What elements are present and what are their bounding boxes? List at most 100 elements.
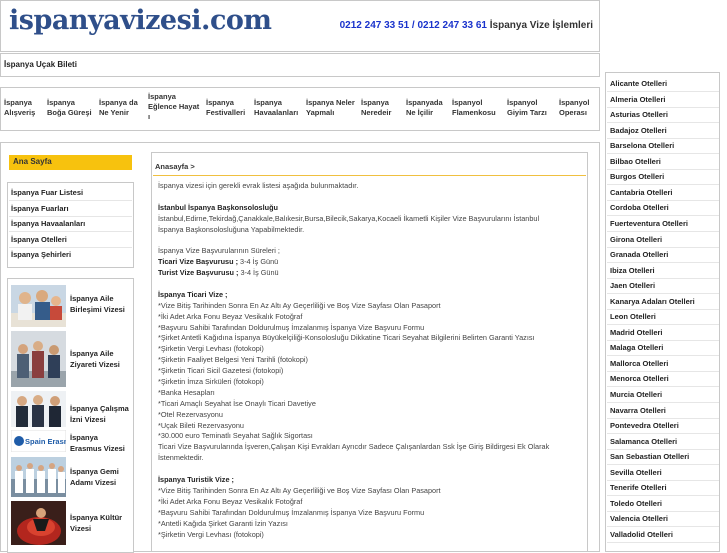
visa-thumbnail-image[interactable] xyxy=(11,391,66,429)
city-hotels-link[interactable]: Leon Otelleri xyxy=(610,312,656,321)
city-hotels-link[interactable]: Bilbao Otelleri xyxy=(610,157,661,166)
nav-item-label: Operası xyxy=(559,108,587,117)
nav-item-12[interactable]: İspanyol Operası xyxy=(559,98,611,118)
nav-item-6[interactable]: İspanya Havaalanları xyxy=(254,98,306,118)
city-hotels-link[interactable]: Salamanca Otelleri xyxy=(610,437,677,446)
visa-type-link[interactable]: İspanya Aile Birleşimi Vizesi xyxy=(70,293,132,315)
city-divider xyxy=(607,541,719,543)
requirement-item: *Başvuru Sahibi Tarafından Doldurulmuş İ… xyxy=(158,507,425,517)
city-hotels-link[interactable]: Barselona Otelleri xyxy=(610,141,674,150)
nav-item-7[interactable]: İspanya Neler Yapmalı xyxy=(306,98,358,118)
visa-type-link[interactable]: İspanya Çalışma İzni Vizesi xyxy=(70,403,132,425)
city-divider xyxy=(607,324,719,326)
city-hotels-link[interactable]: Ibiza Otelleri xyxy=(610,266,655,275)
nav-item-2[interactable]: İspanya Boğa Güreşi xyxy=(47,98,99,118)
flight-ticket-link[interactable]: İspanya Uçak Bileti xyxy=(4,60,77,69)
city-hotels-link[interactable]: Granada Otelleri xyxy=(610,250,668,259)
city-hotels-link[interactable]: Cantabria Otelleri xyxy=(610,188,673,197)
city-hotels-link[interactable]: Alicante Otelleri xyxy=(610,79,667,88)
city-divider xyxy=(607,510,719,512)
city-divider xyxy=(607,355,719,357)
erasmus-logo[interactable]: Spain Erasmus xyxy=(10,429,79,454)
menu-divider xyxy=(9,215,132,217)
visa-type-link[interactable]: İspanya Kültür Vizesi xyxy=(70,512,132,534)
city-hotels-link[interactable]: Pontevedra Otelleri xyxy=(610,421,679,430)
city-hotels-link[interactable]: Kanarya Adaları Otelleri xyxy=(610,297,695,306)
visa-thumbnail-image[interactable] xyxy=(11,331,66,389)
city-divider xyxy=(607,199,719,201)
breadcrumb[interactable]: Anasayfa > xyxy=(155,162,195,171)
turist-duration-label: Turist Vize Başvurusu ; xyxy=(158,268,239,278)
phone-number-1[interactable]: 0212 247 33 51 xyxy=(340,20,410,31)
nav-item-label: Eğlence Hayat xyxy=(148,102,200,111)
city-hotels-link[interactable]: San Sebastian Otelleri xyxy=(610,452,689,461)
city-divider xyxy=(607,464,719,466)
requirement-item: İstenmektedir. xyxy=(158,453,204,463)
city-hotels-link[interactable]: Badajoz Otelleri xyxy=(610,126,667,135)
phone-number-2[interactable]: 0212 247 33 61 xyxy=(417,20,487,31)
sidebar-menu-item[interactable]: İspanya Fuar Listesi xyxy=(11,188,83,197)
city-hotels-link[interactable]: Tenerife Otelleri xyxy=(610,483,667,492)
nav-item-5[interactable]: İspanya Festivalleri xyxy=(206,98,258,118)
city-hotels-link[interactable]: Menorca Otelleri xyxy=(610,374,669,383)
visa-type-label: İzni Vizesi xyxy=(70,415,106,424)
requirement-item: *Başvuru Sahibi Tarafından Doldurulmuş İ… xyxy=(158,322,425,332)
city-hotels-link[interactable]: Toledo Otelleri xyxy=(610,499,662,508)
city-hotels-link[interactable]: Murcia Otelleri xyxy=(610,390,662,399)
city-divider xyxy=(607,370,719,372)
visa-type-label: Adamı Vizesi xyxy=(70,478,117,487)
nav-item-11[interactable]: İspanyol Giyim Tarzı xyxy=(507,98,559,118)
city-hotels-link[interactable]: Almeria Otelleri xyxy=(610,95,665,104)
visa-thumbnail-image[interactable] xyxy=(11,457,66,499)
visa-type-link[interactable]: İspanya Aile Ziyareti Vizesi xyxy=(70,348,132,370)
nav-item-10[interactable]: İspanyol Flamenkosu xyxy=(452,98,504,118)
visa-type-label: İspanya Gemi xyxy=(70,467,119,476)
site-logo[interactable]: ispanyavizesi.com xyxy=(9,5,272,36)
nav-item-3[interactable]: İspanya da Ne Yenir xyxy=(99,98,151,118)
nav-item-label: İspanya xyxy=(206,98,234,107)
sidebar-menu-item[interactable]: İspanya Fuarları xyxy=(11,204,69,213)
visa-type-label: İspanya Kültür xyxy=(70,513,123,522)
city-divider xyxy=(607,339,719,341)
city-divider xyxy=(607,402,719,403)
sidebar-menu-item[interactable]: İspanya Şehirleri xyxy=(11,250,71,259)
nav-item-label: Ne Yenir xyxy=(99,108,129,117)
visa-type-label: Birleşimi Vizesi xyxy=(70,305,125,314)
city-divider xyxy=(607,495,719,497)
city-divider xyxy=(607,479,719,481)
city-hotels-link[interactable]: Sevilla Otelleri xyxy=(610,468,662,477)
city-hotels-link[interactable]: Fuerteventura Otelleri xyxy=(610,219,688,228)
sidebar-menu-item[interactable]: İspanya Havaalanları xyxy=(11,219,85,228)
visa-type-link[interactable]: İspanya Erasmus Vizesi xyxy=(70,432,132,454)
nav-item-9[interactable]: İspanyada Ne İçilir xyxy=(406,98,458,118)
city-hotels-link[interactable]: Burgos Otelleri xyxy=(610,172,664,181)
city-hotels-link[interactable]: Mallorca Otelleri xyxy=(610,359,668,368)
visa-type-label: Erasmus Vizesi xyxy=(70,444,125,453)
sidebar-menu-item[interactable]: İspanya Otelleri xyxy=(11,235,67,244)
hotel-city-list: Alicante Otelleri Almeria Otelleri Asturia… xyxy=(605,72,720,552)
city-hotels-link[interactable]: Malaga Otelleri xyxy=(610,343,663,352)
requirement-item: *Şirketin Vergi Levhası (fotokopi) xyxy=(158,344,264,354)
city-hotels-link[interactable]: Valencia Otelleri xyxy=(610,514,668,523)
nav-item-4[interactable]: İspanya Eğlence Hayat ı xyxy=(148,92,200,122)
nav-item-label: İspanya da xyxy=(99,98,138,107)
nav-item-label: Giyim Tarzı xyxy=(507,108,547,117)
city-hotels-link[interactable]: Asturias Otelleri xyxy=(610,110,668,119)
city-hotels-link[interactable]: Girona Otelleri xyxy=(610,235,662,244)
visa-thumbnail-image[interactable] xyxy=(11,285,66,329)
requirement-item: Ticari Vize Başvurularında İşveren,Çalış… xyxy=(158,442,550,452)
site-header: ispanyavizesi.com 0212 247 33 51 / 0212 … xyxy=(0,0,600,52)
visa-thumbnail-image[interactable] xyxy=(11,501,66,547)
city-hotels-link[interactable]: Jaen Otelleri xyxy=(610,281,655,290)
content-body: İspanya vizesi için gerekli evrak listes… xyxy=(158,181,583,540)
city-divider xyxy=(607,262,719,264)
city-hotels-link[interactable]: Madrid Otelleri xyxy=(610,328,663,337)
city-hotels-link[interactable]: Navarra Otelleri xyxy=(610,406,666,415)
city-hotels-link[interactable]: Valladolid Otelleri xyxy=(610,530,673,539)
menu-divider xyxy=(9,231,132,233)
visa-type-link[interactable]: İspanya Gemi Adamı Vizesi xyxy=(70,466,132,488)
nav-item-label: İspanya Neler xyxy=(306,98,355,107)
city-hotels-link[interactable]: Cordoba Otelleri xyxy=(610,203,669,212)
home-button[interactable]: Ana Sayfa xyxy=(9,155,132,170)
nav-item-label: Boğa Güreşi xyxy=(47,108,92,117)
